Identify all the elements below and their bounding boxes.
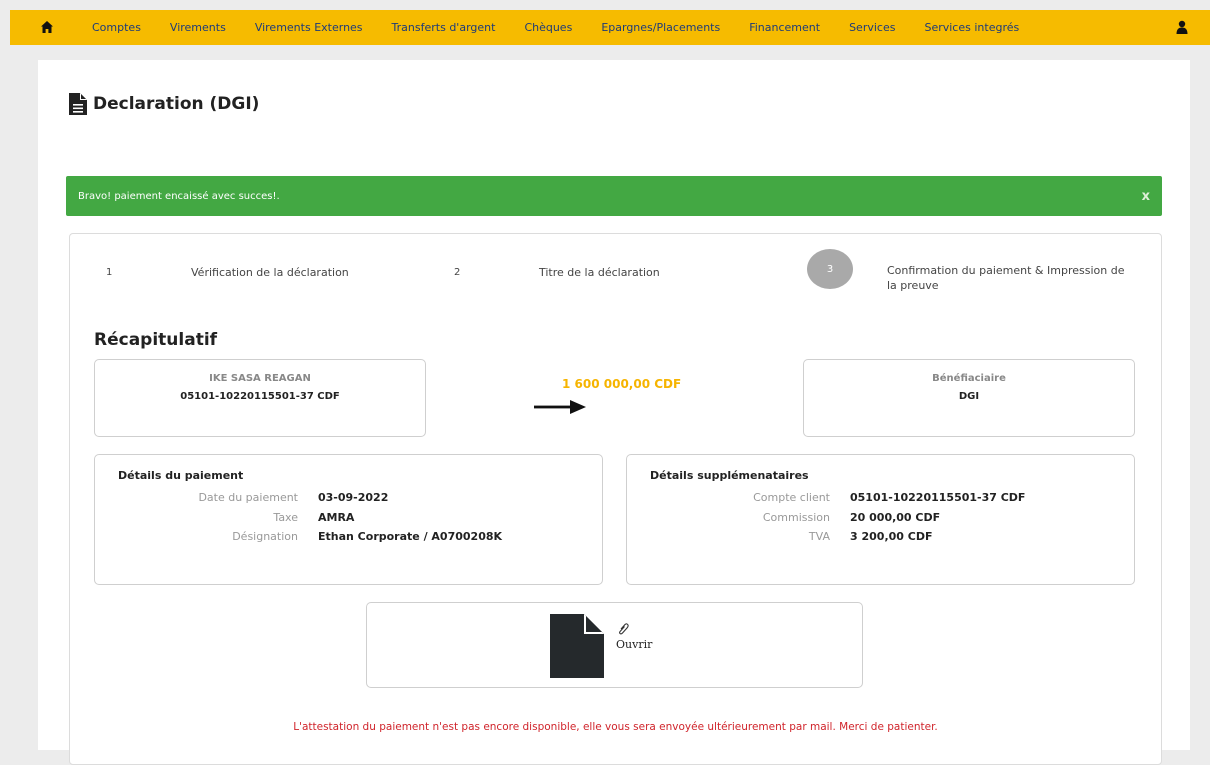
nav-item-transferts[interactable]: Transferts d'argent xyxy=(392,21,496,34)
step-3-indicator: 3 xyxy=(807,249,853,289)
step-2-number: 2 xyxy=(454,267,461,278)
alert-close-button[interactable]: x xyxy=(1142,189,1150,204)
payment-details-title: Détails du paiement xyxy=(118,469,244,482)
detail-value: 03-09-2022 xyxy=(318,491,389,504)
nav-item-cheques[interactable]: Chèques xyxy=(524,21,572,34)
page-title-text: Declaration (DGI) xyxy=(93,94,260,114)
payment-details-card: Détails du paiement Date du paiement 03-… xyxy=(94,454,603,585)
detail-row: Compte client 05101-10220115501-37 CDF xyxy=(627,491,1134,507)
step-1-number: 1 xyxy=(106,267,113,278)
detail-row: Taxe AMRA xyxy=(95,511,602,527)
detail-row: Date du paiement 03-09-2022 xyxy=(95,491,602,507)
detail-row: Désignation Ethan Corporate / A0700208K xyxy=(95,530,602,546)
success-alert: Bravo! paiement encaissé avec succes!. x xyxy=(66,176,1162,216)
payment-wizard: 1 Vérification de la déclaration 2 Titre… xyxy=(69,233,1162,765)
detail-label: Date du paiement xyxy=(198,491,298,504)
detail-label: Commission xyxy=(762,511,830,524)
detail-row: Commission 20 000,00 CDF xyxy=(627,511,1134,527)
step-3-label: Confirmation du paiement & Impression de… xyxy=(887,264,1125,292)
home-icon[interactable] xyxy=(40,20,54,34)
detail-label: Compte client xyxy=(753,491,830,504)
nav-item-virements[interactable]: Virements xyxy=(170,21,226,34)
beneficiary-label: Bénéfiaciaire xyxy=(932,373,1006,384)
beneficiary-name: DGI xyxy=(958,391,980,402)
receipt-file-card: Ouvrir xyxy=(366,602,863,688)
sender-name: IKE SASA REAGAN xyxy=(209,373,311,384)
receipt-unavailable-notice: L'attestation du paiement n'est pas enco… xyxy=(293,721,938,733)
detail-value: 3 200,00 CDF xyxy=(850,530,933,543)
extra-details-title: Détails supplémenataires xyxy=(650,469,809,482)
paperclip-icon xyxy=(619,623,629,635)
alert-message: Bravo! paiement encaissé avec succes!. xyxy=(78,191,280,202)
nav-item-services-integres[interactable]: Services integrés xyxy=(924,21,1019,34)
detail-value: AMRA xyxy=(318,511,355,524)
open-receipt-link[interactable]: Ouvrir xyxy=(616,638,652,651)
detail-value: 20 000,00 CDF xyxy=(850,511,941,524)
detail-label: Taxe xyxy=(273,511,298,524)
extra-details-card: Détails supplémenataires Compte client 0… xyxy=(626,454,1135,585)
document-icon xyxy=(69,93,87,115)
nav-item-epargnes[interactable]: Epargnes/Placements xyxy=(601,21,720,34)
detail-value: Ethan Corporate / A0700208K xyxy=(318,530,503,543)
file-icon[interactable] xyxy=(550,614,604,678)
nav-item-virements-externes[interactable]: Virements Externes xyxy=(255,21,363,34)
beneficiary-card: Bénéfiaciaire DGI xyxy=(803,359,1135,437)
detail-row: TVA 3 200,00 CDF xyxy=(627,530,1134,546)
page-title: Declaration (DGI) xyxy=(69,93,259,115)
recap-title: Récapitulatif xyxy=(94,330,218,350)
step-2-label[interactable]: Titre de la déclaration xyxy=(539,266,660,279)
nav-item-comptes[interactable]: Comptes xyxy=(92,21,141,34)
nav-item-services[interactable]: Services xyxy=(849,21,895,34)
sender-card: IKE SASA REAGAN 05101-10220115501-37 CDF xyxy=(94,359,426,437)
top-navbar: Comptes Virements Virements Externes Tra… xyxy=(10,10,1210,45)
nav-item-financement[interactable]: Financement xyxy=(749,21,820,34)
user-icon[interactable] xyxy=(1176,20,1188,34)
sender-account: 05101-10220115501-37 CDF xyxy=(180,391,340,402)
step-1-label[interactable]: Vérification de la déclaration xyxy=(191,266,349,279)
detail-value: 05101-10220115501-37 CDF xyxy=(850,491,1026,504)
detail-label: Désignation xyxy=(232,530,298,543)
nav-menu: Comptes Virements Virements Externes Tra… xyxy=(92,10,1048,45)
detail-label: TVA xyxy=(808,530,830,543)
transfer-amount: 1 600 000,00 CDF xyxy=(562,377,682,391)
main-panel: Declaration (DGI) Bravo! paiement encais… xyxy=(38,60,1190,765)
arrow-right-icon xyxy=(534,400,586,414)
